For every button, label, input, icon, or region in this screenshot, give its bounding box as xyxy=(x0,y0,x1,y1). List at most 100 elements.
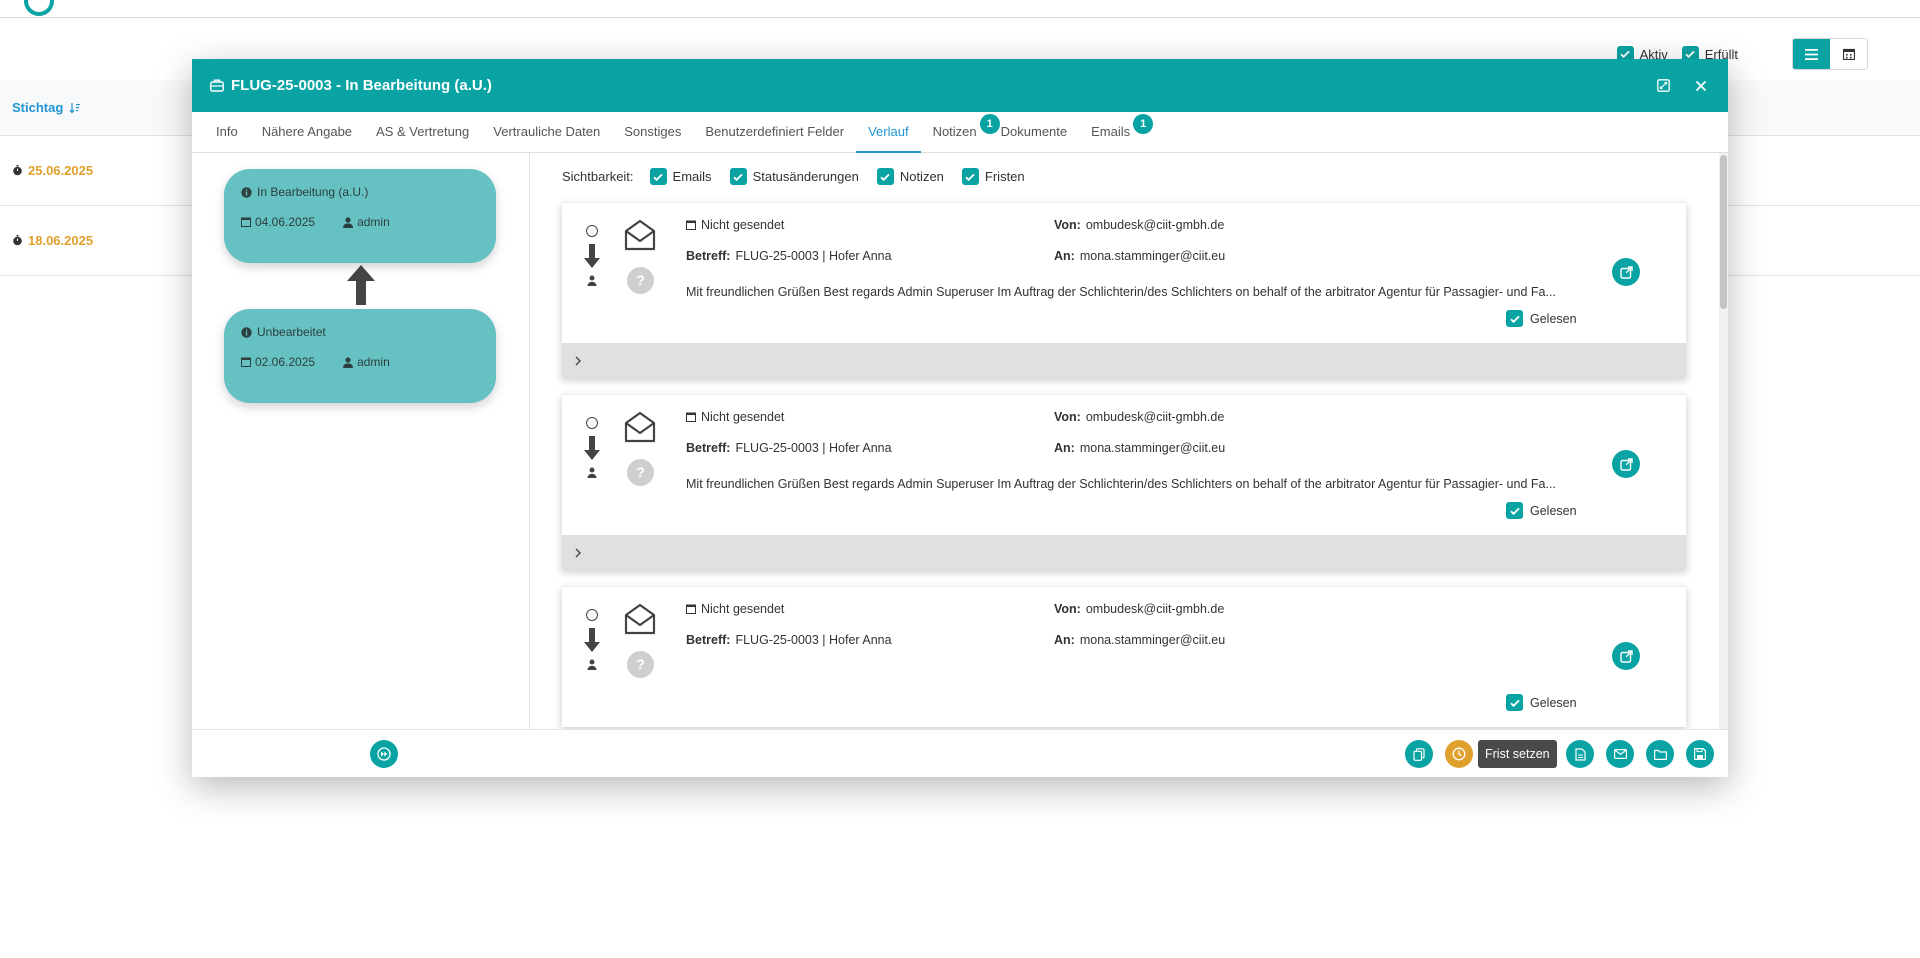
checkbox-checked-icon[interactable] xyxy=(876,168,894,185)
tab-sonstiges[interactable]: Sonstiges xyxy=(612,112,693,153)
tab-notizen[interactable]: Notizen 1 xyxy=(921,112,1000,153)
to-text: mona.stamminger@ciit.eu xyxy=(1079,441,1226,455)
subject-label: Betreff: xyxy=(686,633,731,647)
select-radio[interactable] xyxy=(586,225,598,237)
email-from: Von: ombudesk@ciit-gmbh.de xyxy=(1054,218,1224,232)
sort-ascending-icon[interactable] xyxy=(69,102,81,114)
visibility-notizen[interactable]: Notizen xyxy=(876,168,944,185)
chevron-right-icon[interactable] xyxy=(574,548,582,558)
info-icon xyxy=(241,186,252,198)
visibility-option-label: Emails xyxy=(672,169,712,184)
close-button[interactable] xyxy=(1692,77,1710,95)
user-icon xyxy=(343,356,354,368)
subject-text: FLUG-25-0003 | Hofer Anna xyxy=(735,441,892,455)
select-radio[interactable] xyxy=(586,609,598,621)
calendar-icon xyxy=(686,412,696,422)
tab-emails[interactable]: Emails 1 xyxy=(1079,112,1154,153)
list-icon xyxy=(1805,48,1818,60)
folder-button[interactable] xyxy=(1646,740,1674,768)
checkbox-checked-icon[interactable] xyxy=(1506,310,1523,327)
email-button[interactable] xyxy=(1606,740,1634,768)
user-icon xyxy=(587,659,597,670)
email-card[interactable]: ? Nicht gesendet Betreff: FLUG-25-0003 | … xyxy=(562,203,1686,378)
checkbox-checked-icon[interactable] xyxy=(1506,502,1523,519)
visibility-fristen[interactable]: Fristen xyxy=(961,168,1025,185)
modal-header: FLUG-25-0003 - In Bearbeitung (a.U.) xyxy=(192,59,1728,112)
app-logo-icon[interactable] xyxy=(24,0,54,16)
tab-benutzerdefiniert-felder[interactable]: Benutzerdefiniert Felder xyxy=(693,112,856,153)
email-status: Nicht gesendet xyxy=(686,602,784,616)
checkbox-checked-icon[interactable] xyxy=(729,168,747,185)
checkbox-checked-icon[interactable] xyxy=(1506,694,1523,711)
from-label: Von: xyxy=(1054,410,1081,424)
scrollbar-thumb[interactable] xyxy=(1720,155,1727,309)
app-topbar xyxy=(0,0,1920,18)
status-date: 02.06.2025 xyxy=(255,355,316,369)
notification-badge: 1 xyxy=(1133,114,1154,134)
open-external-icon xyxy=(1619,649,1633,663)
read-label: Gelesen xyxy=(1530,695,1577,710)
expand-email-row[interactable] xyxy=(562,535,1686,570)
read-checkbox[interactable]: Gelesen xyxy=(1506,310,1577,327)
visibility-option-label: Statusänderungen xyxy=(752,169,859,184)
read-checkbox[interactable]: Gelesen xyxy=(1506,694,1577,711)
info-icon xyxy=(241,326,252,338)
fast-forward-button[interactable] xyxy=(370,740,398,768)
timeline-scrollbar[interactable] xyxy=(1719,153,1728,729)
modal-title: FLUG-25-0003 - In Bearbeitung (a.U.) xyxy=(210,77,492,94)
email-from: Von: ombudesk@ciit-gmbh.de xyxy=(1054,602,1224,616)
tab-label: Dokumente xyxy=(1000,124,1068,139)
select-radio[interactable] xyxy=(586,417,598,429)
calendar-view-button[interactable] xyxy=(1830,39,1867,69)
unknown-recipient-icon: ? xyxy=(627,459,654,486)
save-button[interactable] xyxy=(1686,740,1714,768)
document-button[interactable] xyxy=(1566,740,1594,768)
read-label: Gelesen xyxy=(1530,311,1577,326)
copy-icon xyxy=(1413,747,1425,761)
modal-content: In Bearbeitung (a.U.) 04.06.2025 admin U… xyxy=(192,153,1728,729)
open-email-button[interactable] xyxy=(1612,258,1640,286)
from-text: ombudesk@ciit-gmbh.de xyxy=(1085,602,1225,616)
arrow-down-icon xyxy=(584,244,600,268)
email-card[interactable]: ? Nicht gesendet Betreff: FLUG-25-0003 | … xyxy=(562,587,1686,727)
tab-verlauf[interactable]: Verlauf xyxy=(856,112,921,153)
read-label: Gelesen xyxy=(1530,503,1577,518)
maximize-icon xyxy=(1656,79,1670,92)
email-status-text: Nicht gesendet xyxy=(701,602,785,616)
open-email-button[interactable] xyxy=(1612,642,1640,670)
visibility-emails[interactable]: Emails xyxy=(649,168,712,185)
calendar-icon xyxy=(241,217,251,227)
read-checkbox[interactable]: Gelesen xyxy=(1506,502,1577,519)
visibility-statusaenderungen[interactable]: Statusänderungen xyxy=(729,168,859,185)
email-preview: Mit freundlichen Grüßen Best regards Adm… xyxy=(686,285,1556,299)
tab-vertrauliche-daten[interactable]: Vertrauliche Daten xyxy=(481,112,612,153)
email-card[interactable]: ? Nicht gesendet Betreff: FLUG-25-0003 | … xyxy=(562,395,1686,570)
tab-info[interactable]: Info xyxy=(204,112,250,153)
list-view-button[interactable] xyxy=(1793,39,1830,69)
tab-as-vertretung[interactable]: AS & Vertretung xyxy=(364,112,481,153)
copy-button[interactable] xyxy=(1405,740,1433,768)
maximize-button[interactable] xyxy=(1654,77,1672,95)
tab-naehere-angabe[interactable]: Nähere Angabe xyxy=(250,112,364,153)
calendar-icon xyxy=(686,604,696,614)
email-status: Nicht gesendet xyxy=(686,218,784,232)
view-toggle xyxy=(1792,38,1868,70)
column-header-stichtag[interactable]: Stichtag xyxy=(12,100,81,115)
set-deadline-button[interactable] xyxy=(1445,740,1473,768)
chevron-right-icon[interactable] xyxy=(574,356,582,366)
clock-icon xyxy=(1452,747,1466,761)
tab-dokumente[interactable]: Dokumente xyxy=(989,112,1079,153)
open-external-icon xyxy=(1619,457,1633,471)
expand-email-row[interactable] xyxy=(562,343,1686,378)
to-label: An: xyxy=(1054,633,1075,647)
tab-label: Vertrauliche Daten xyxy=(493,124,601,139)
open-email-button[interactable] xyxy=(1612,450,1640,478)
status-card: In Bearbeitung (a.U.) 04.06.2025 admin xyxy=(224,169,496,263)
email-status: Nicht gesendet xyxy=(686,410,784,424)
status-user: admin xyxy=(357,215,390,229)
checkbox-checked-icon[interactable] xyxy=(649,168,667,185)
fast-forward-icon xyxy=(377,747,391,761)
checkbox-checked-icon[interactable] xyxy=(961,168,979,185)
subject-label: Betreff: xyxy=(686,441,731,455)
email-preview: Mit freundlichen Grüßen Best regards Adm… xyxy=(686,477,1556,491)
